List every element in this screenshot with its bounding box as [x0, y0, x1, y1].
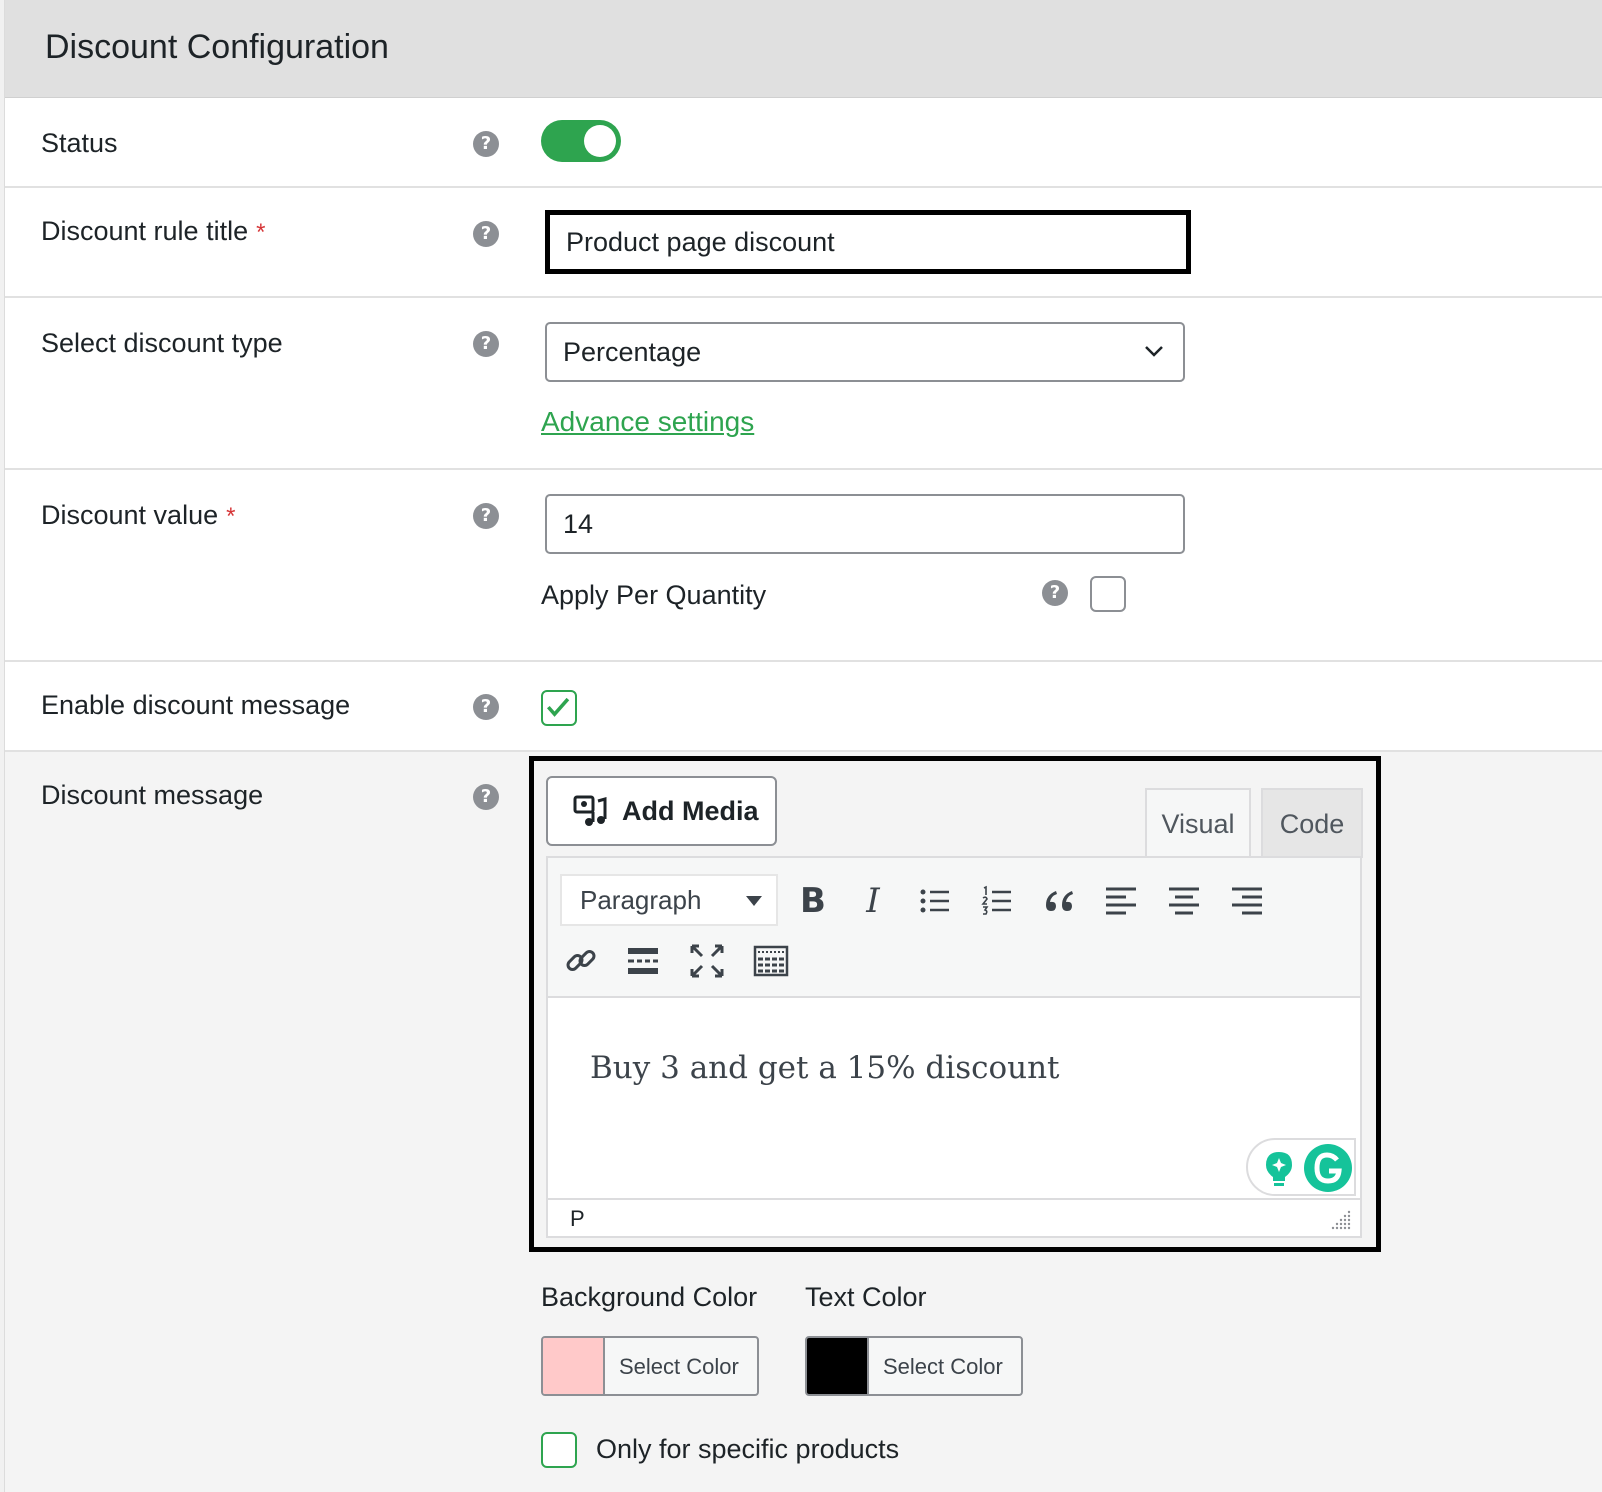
text-color-label: Text Color: [805, 1282, 927, 1312]
rule-title-label-text: Discount rule title: [41, 216, 249, 246]
specific-products-label: Only for specific products: [596, 1434, 900, 1464]
rule-title-label: Discount rule title *: [41, 216, 265, 247]
status-label: Status: [41, 128, 118, 158]
checkmark-icon: [546, 697, 570, 717]
apply-per-quantity-help-icon[interactable]: ?: [1042, 580, 1068, 606]
editor-statusbar: P: [546, 1198, 1362, 1238]
align-center-button[interactable]: [1161, 878, 1207, 924]
link-button[interactable]: [558, 938, 604, 984]
specific-products-checkbox[interactable]: [541, 1432, 577, 1468]
toolbar-toggle-icon: [753, 945, 789, 977]
rule-title-value: Product page discount: [566, 226, 835, 257]
align-center-icon: [1169, 887, 1199, 915]
resize-handle-icon[interactable]: [1330, 1208, 1352, 1230]
background-color-picker[interactable]: Select Color: [541, 1336, 759, 1396]
tab-visual[interactable]: Visual: [1145, 788, 1251, 858]
blockquote-button[interactable]: [1036, 878, 1082, 924]
dropdown-arrow-icon: [746, 896, 762, 906]
background-color-label: Background Color: [541, 1282, 758, 1312]
discount-type-help-icon[interactable]: ?: [473, 331, 499, 357]
format-selected: Paragraph: [580, 884, 702, 915]
italic-icon: I: [866, 881, 880, 921]
editor-toolbar: Paragraph B I: [546, 856, 1362, 999]
bullet-list-button[interactable]: [912, 878, 958, 924]
apply-per-quantity-label: Apply Per Quantity: [541, 580, 767, 610]
align-right-icon: [1232, 887, 1262, 915]
panel-title: Discount Configuration: [45, 28, 389, 66]
text-color-swatch: [807, 1338, 869, 1394]
bold-button[interactable]: B: [790, 878, 836, 924]
panel-header: Discount Configuration: [5, 0, 1602, 98]
toolbar-toggle-button[interactable]: [748, 938, 794, 984]
discount-configuration-panel: Discount Configuration Status ? Discount…: [4, 0, 1602, 1492]
read-more-icon: [628, 948, 658, 974]
format-select[interactable]: Paragraph: [560, 874, 778, 926]
discount-message-label: Discount message: [41, 780, 264, 810]
enable-message-label: Enable discount message: [41, 690, 351, 720]
element-path[interactable]: P: [570, 1206, 585, 1232]
italic-button[interactable]: I: [850, 878, 896, 924]
discount-value-input[interactable]: 14: [545, 494, 1185, 554]
grammarly-logo-icon: [1304, 1144, 1352, 1192]
add-media-icon: [573, 795, 607, 826]
blockquote-icon: [1046, 891, 1073, 911]
grammarly-widget[interactable]: [1246, 1138, 1356, 1196]
discount-message-help-icon[interactable]: ?: [473, 784, 499, 810]
status-help-icon[interactable]: ?: [473, 131, 499, 157]
fullscreen-icon: [690, 944, 724, 978]
status-row: Status: [5, 98, 1602, 188]
align-right-button[interactable]: [1224, 878, 1270, 924]
select-color-label: Select Color: [619, 1354, 739, 1379]
bold-icon: B: [800, 881, 826, 921]
rule-title-input[interactable]: Product page discount: [545, 210, 1191, 274]
apply-per-quantity-checkbox[interactable]: [1090, 576, 1126, 612]
discount-type-selected: Percentage: [563, 336, 702, 367]
chevron-down-icon: [1145, 346, 1163, 357]
fullscreen-button[interactable]: [684, 938, 730, 984]
status-toggle[interactable]: [541, 120, 621, 162]
select-color-label: Select Color: [883, 1354, 1003, 1379]
grammarly-bulb-icon: [1266, 1152, 1292, 1186]
read-more-button[interactable]: [620, 938, 666, 984]
align-left-icon: [1106, 887, 1136, 915]
align-left-button[interactable]: [1098, 878, 1144, 924]
discount-value-value: 14: [563, 508, 594, 539]
enable-message-row: Enable discount message: [5, 662, 1602, 752]
editor-content-area[interactable]: Buy 3 and get a 15% discount: [546, 998, 1362, 1198]
rule-title-help-icon[interactable]: ?: [473, 221, 499, 247]
discount-value-help-icon[interactable]: ?: [473, 503, 499, 529]
enable-message-help-icon[interactable]: ?: [473, 694, 499, 720]
discount-value-label: Discount value *: [41, 500, 235, 531]
numbered-list-button[interactable]: [974, 878, 1020, 924]
enable-message-checkbox[interactable]: [541, 690, 577, 726]
text-color-picker[interactable]: Select Color: [805, 1336, 1023, 1396]
toggle-knob: [584, 125, 616, 157]
background-color-swatch: [543, 1338, 605, 1394]
numbered-list-icon: [981, 885, 1011, 915]
tab-code[interactable]: Code: [1261, 788, 1363, 858]
add-media-label: Add Media: [622, 795, 759, 826]
discount-value-label-text: Discount value: [41, 500, 219, 530]
required-mark: *: [256, 219, 266, 246]
discount-type-select[interactable]: Percentage: [545, 322, 1185, 382]
discount-type-label: Select discount type: [41, 328, 283, 358]
required-mark: *: [226, 503, 236, 530]
add-media-button[interactable]: Add Media: [546, 776, 777, 846]
editor-content: Buy 3 and get a 15% discount: [590, 1050, 1060, 1086]
bullet-list-icon: [920, 889, 949, 913]
link-icon: [566, 950, 596, 971]
advance-settings-link[interactable]: Advance settings: [541, 406, 754, 438]
